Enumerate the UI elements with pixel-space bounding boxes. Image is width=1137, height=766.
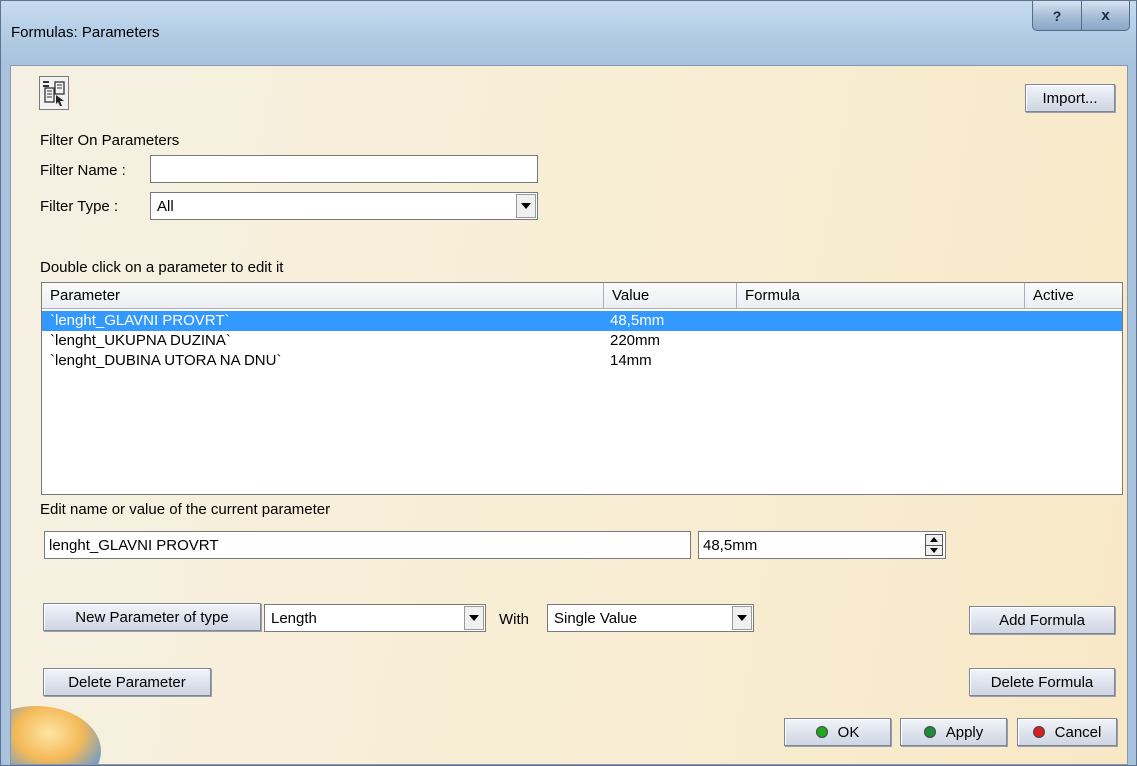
row-value: 14mm: [610, 352, 652, 369]
filter-type-label: Filter Type :: [40, 198, 119, 215]
ok-label: OK: [837, 723, 860, 741]
ok-button[interactable]: OK: [784, 718, 891, 746]
apply-icon: [923, 726, 936, 738]
close-button[interactable]: x: [1082, 1, 1130, 31]
parameter-value-stepper[interactable]: 48,5mm: [698, 531, 946, 559]
dropdown-arrow-icon[interactable]: [732, 606, 752, 630]
apply-label: Apply: [945, 723, 984, 741]
add-formula-button[interactable]: Add Formula: [969, 606, 1115, 634]
column-header-formula[interactable]: Formula: [737, 283, 1025, 309]
column-header-value[interactable]: Value: [604, 283, 737, 309]
dialog-body: Import... Filter On Parameters Filter Na…: [10, 65, 1128, 765]
dropdown-arrow-icon[interactable]: [464, 606, 484, 630]
delete-formula-button[interactable]: Delete Formula: [969, 668, 1115, 696]
filter-type-value: All: [157, 197, 174, 215]
parameter-type-value: Length: [271, 609, 317, 627]
filter-type-select[interactable]: All: [150, 192, 538, 220]
parameter-type-select[interactable]: Length: [264, 604, 486, 632]
new-parameter-button[interactable]: New Parameter of type: [43, 603, 261, 631]
row-value: 48,5mm: [610, 312, 665, 329]
row-parameter: `lenght_DUBINA UTORA NA DNU`: [50, 352, 282, 369]
table-row[interactable]: `lenght_UKUPNA DUZINA` 220mm: [42, 331, 1122, 351]
import-button[interactable]: Import...: [1025, 84, 1115, 112]
value-spinner: [925, 534, 943, 556]
ok-icon: [815, 726, 828, 738]
parameter-value: 48,5mm: [703, 536, 758, 554]
apply-button[interactable]: Apply: [900, 718, 1007, 746]
value-kind-value: Single Value: [554, 609, 638, 627]
help-button[interactable]: ?: [1032, 1, 1082, 31]
value-kind-select[interactable]: Single Value: [547, 604, 754, 632]
spinner-up-icon[interactable]: [926, 535, 942, 545]
column-header-active[interactable]: Active: [1025, 283, 1122, 309]
parameter-list[interactable]: Parameter Value Formula Active `lenght_G…: [41, 282, 1123, 495]
filter-name-label: Filter Name :: [40, 162, 126, 179]
list-caption: Double click on a parameter to edit it: [40, 259, 284, 276]
table-row[interactable]: `lenght_GLAVNI PROVRT` 48,5mm: [42, 311, 1122, 331]
filter-section-label: Filter On Parameters: [40, 132, 180, 149]
cancel-icon: [1032, 726, 1045, 738]
column-header-parameter[interactable]: Parameter: [42, 283, 604, 309]
parameter-name-input[interactable]: lenght_GLAVNI PROVRT: [44, 531, 691, 559]
filter-name-input[interactable]: [150, 155, 538, 183]
with-label: With: [499, 611, 529, 628]
title-bar[interactable]: Formulas: Parameters ? x: [1, 1, 1136, 65]
edit-caption: Edit name or value of the current parame…: [40, 501, 331, 518]
caption-buttons: ? x: [1032, 1, 1130, 31]
delete-parameter-button[interactable]: Delete Parameter: [43, 668, 211, 696]
row-value: 220mm: [610, 332, 661, 349]
catia-logo: [11, 706, 101, 764]
parameter-tree-icon[interactable]: [39, 76, 69, 110]
window-title: Formulas: Parameters: [11, 24, 160, 41]
row-parameter: `lenght_UKUPNA DUZINA`: [50, 332, 231, 349]
spinner-down-icon[interactable]: [926, 544, 942, 556]
formulas-dialog: Formulas: Parameters ? x Import... Filte…: [0, 0, 1137, 766]
row-parameter: `lenght_GLAVNI PROVRT`: [50, 312, 230, 329]
table-row[interactable]: `lenght_DUBINA UTORA NA DNU` 14mm: [42, 351, 1122, 371]
dropdown-arrow-icon[interactable]: [516, 194, 536, 218]
cancel-button[interactable]: Cancel: [1017, 718, 1117, 746]
cancel-label: Cancel: [1054, 723, 1102, 741]
list-header: Parameter Value Formula Active: [42, 283, 1122, 309]
